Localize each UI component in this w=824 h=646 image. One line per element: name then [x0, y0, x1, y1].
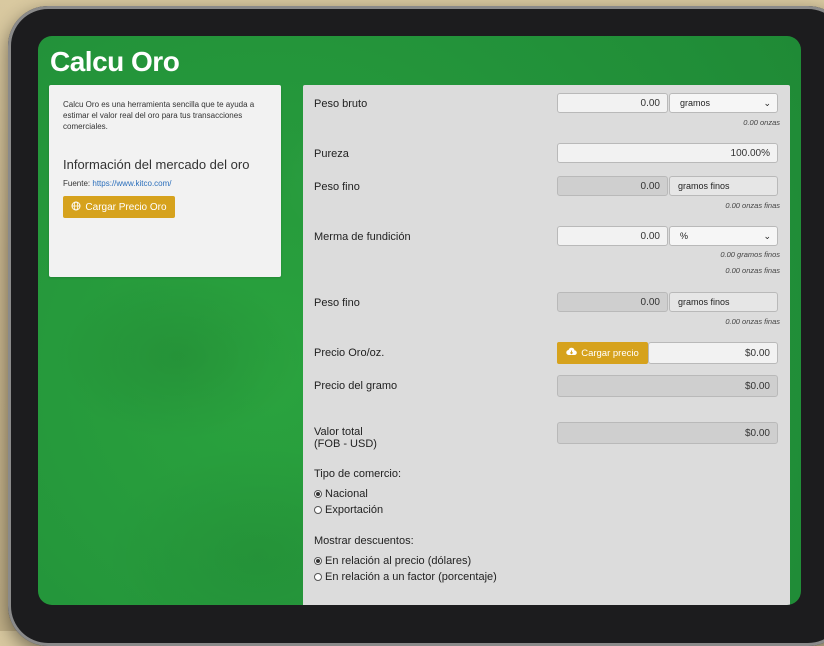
info-description: Calcu Oro es una herramienta sencilla qu… — [63, 100, 255, 131]
precio-gramo-label: Precio del gramo — [314, 380, 398, 392]
peso-bruto-label: Peso bruto — [314, 98, 368, 110]
descuentos-label: Mostrar descuentos: — [314, 535, 414, 547]
radio-nacional[interactable]: Nacional — [314, 488, 368, 500]
app-title: Calcu Oro — [50, 46, 180, 77]
valor-total-value: $0.00 — [557, 422, 778, 444]
tipo-comercio-label: Tipo de comercio: — [314, 468, 402, 480]
peso-fino-value: 0.00 — [557, 176, 668, 196]
radio-selected-icon — [314, 557, 322, 565]
globe-icon — [71, 201, 81, 214]
load-gold-price-button[interactable]: Cargar Precio Oro — [63, 196, 175, 218]
peso-fino-net-value: 0.00 — [557, 292, 668, 312]
peso-bruto-input[interactable]: 0.00 — [557, 93, 668, 113]
info-source: Fuente: https://www.kitco.com/ — [63, 179, 172, 188]
precio-oz-input[interactable]: $0.00 — [648, 342, 778, 364]
radio-unselected-icon — [314, 573, 322, 581]
load-gold-price-label: Cargar Precio Oro — [85, 201, 167, 213]
radio-descuento-factor[interactable]: En relación a un factor (porcentaje) — [314, 571, 497, 583]
pureza-input[interactable]: 100.00% — [557, 143, 778, 163]
chevron-down-icon: ⌄ — [763, 97, 771, 108]
peso-fino-note: 0.00 onzas finas — [725, 201, 780, 210]
peso-fino-net-unit: gramos finos — [669, 292, 778, 312]
calculator-form: Peso bruto 0.00 gramos ⌄ 0.00 onzas Pure… — [303, 85, 790, 605]
cloud-download-icon — [566, 347, 578, 359]
radio-descuento-factor-label: En relación a un factor (porcentaje) — [325, 571, 497, 583]
radio-descuento-precio-label: En relación al precio (dólares) — [325, 555, 472, 567]
radio-nacional-label: Nacional — [325, 488, 368, 500]
source-label: Fuente: — [63, 179, 91, 188]
radio-selected-icon — [314, 490, 322, 498]
radio-descuento-precio[interactable]: En relación al precio (dólares) — [314, 555, 471, 567]
radio-exportacion[interactable]: Exportación — [314, 504, 383, 516]
precio-oz-label: Precio Oro/oz. — [314, 347, 385, 359]
valor-total-label-line1: Valor total — [314, 426, 363, 438]
peso-fino-net-note: 0.00 onzas finas — [725, 317, 780, 326]
peso-bruto-unit-select[interactable]: gramos ⌄ — [669, 93, 778, 113]
valor-total-label: Valor total (FOB - USD) — [314, 426, 377, 450]
app-screen: Calcu Oro Calcu Oro es una herramienta s… — [38, 36, 801, 605]
merma-label: Merma de fundición — [314, 231, 411, 243]
load-price-button[interactable]: Cargar precio — [557, 342, 648, 364]
merma-unit-select[interactable]: % ⌄ — [669, 226, 778, 246]
merma-input[interactable]: 0.00 — [557, 226, 668, 246]
merma-unit: % — [680, 231, 689, 241]
info-heading: Información del mercado del oro — [63, 157, 250, 172]
precio-gramo-value: $0.00 — [557, 375, 778, 397]
peso-bruto-note: 0.00 onzas — [743, 118, 780, 127]
source-link[interactable]: https://www.kitco.com/ — [92, 179, 171, 188]
peso-fino-unit: gramos finos — [669, 176, 778, 196]
valor-total-label-line2: (FOB - USD) — [314, 438, 377, 450]
chevron-down-icon: ⌄ — [763, 230, 771, 241]
radio-unselected-icon — [314, 506, 322, 514]
info-panel: Calcu Oro es una herramienta sencilla qu… — [49, 85, 281, 277]
peso-fino-net-label: Peso fino — [314, 297, 360, 309]
merma-note-oz: 0.00 onzas finas — [725, 266, 780, 275]
radio-exportacion-label: Exportación — [325, 504, 384, 516]
load-price-label: Cargar precio — [581, 347, 639, 359]
pureza-label: Pureza — [314, 148, 349, 160]
peso-bruto-unit: gramos — [680, 98, 711, 108]
peso-fino-label: Peso fino — [314, 181, 360, 193]
merma-note-grams: 0.00 gramos finos — [720, 250, 780, 259]
